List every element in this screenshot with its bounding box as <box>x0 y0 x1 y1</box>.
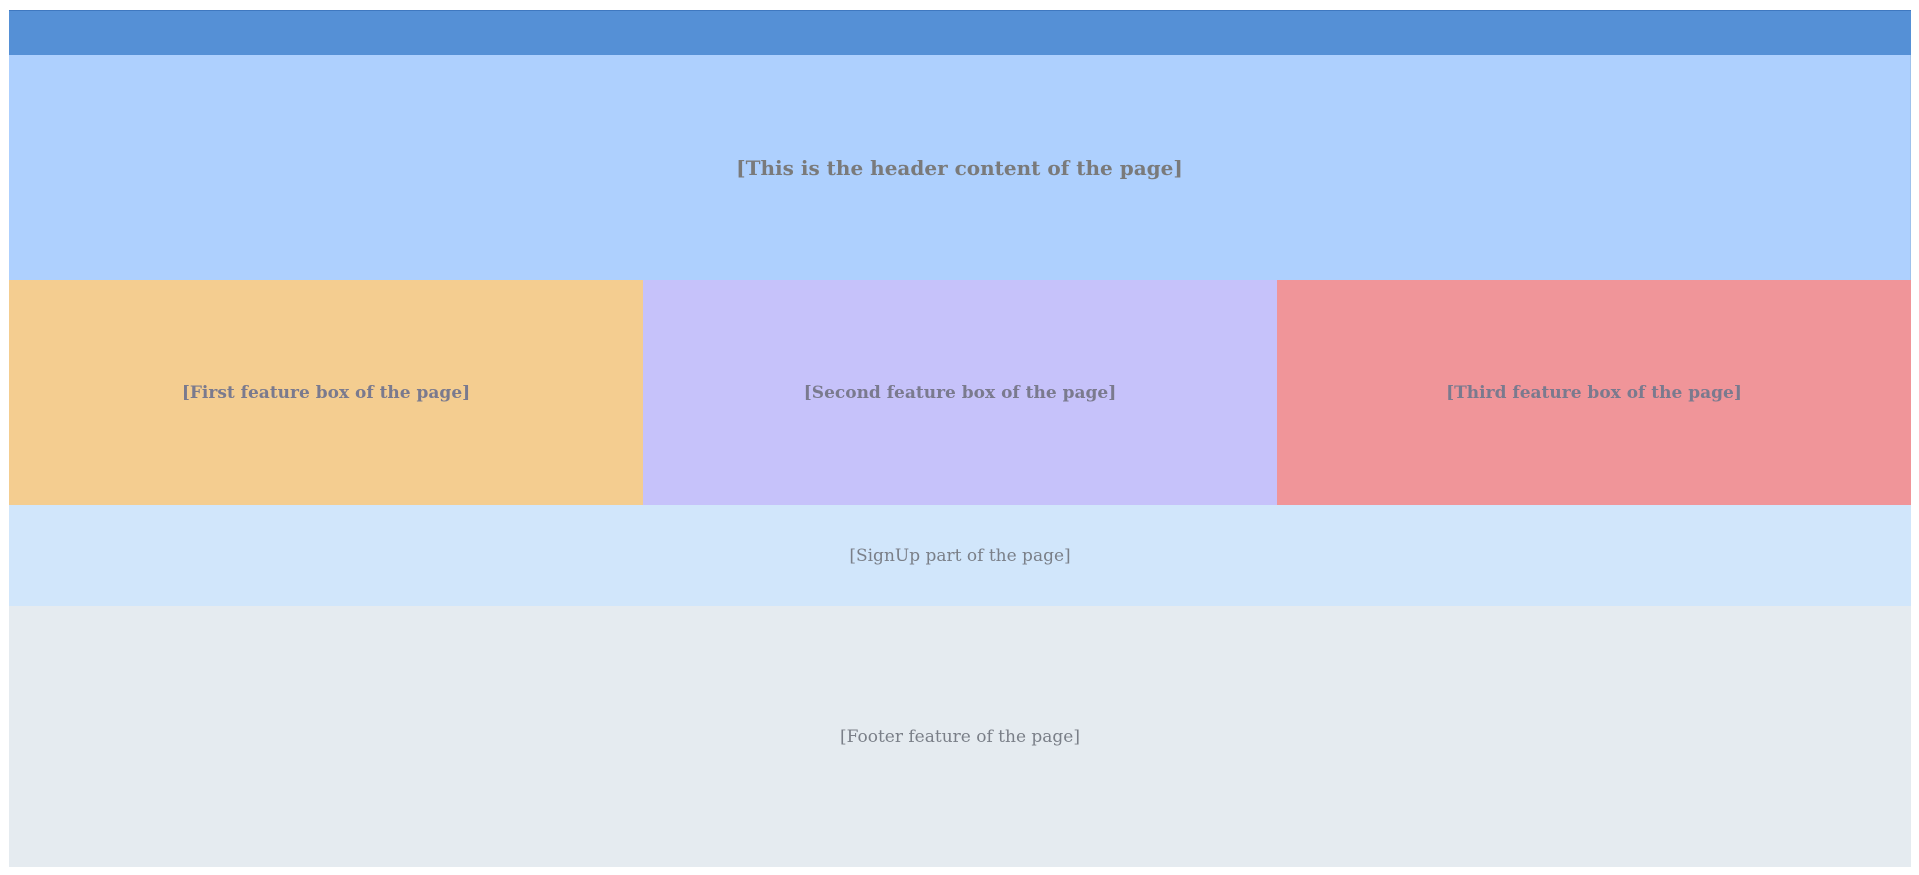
feature-box-third: [Third feature box of the page] <box>1277 280 1911 505</box>
page-container: [This is the header content of the page]… <box>9 10 1911 867</box>
features-row: [First feature box of the page] [Second … <box>9 280 1911 505</box>
feature-box-second: [Second feature box of the page] <box>643 280 1277 505</box>
feature-box-first-text: [First feature box of the page] <box>181 382 471 403</box>
feature-box-first: [First feature box of the page] <box>9 280 643 505</box>
footer-section: [Footer feature of the page] <box>9 606 1911 867</box>
header-text: [This is the header content of the page] <box>736 155 1183 180</box>
header-section: [This is the header content of the page] <box>9 55 1911 280</box>
feature-box-second-text: [Second feature box of the page] <box>803 382 1117 403</box>
feature-box-third-text: [Third feature box of the page] <box>1446 382 1742 403</box>
signup-text: [SignUp part of the page] <box>849 545 1071 566</box>
footer-text: [Footer feature of the page] <box>839 726 1081 747</box>
signup-section: [SignUp part of the page] <box>9 505 1911 606</box>
top-navigation-bar <box>9 10 1911 55</box>
